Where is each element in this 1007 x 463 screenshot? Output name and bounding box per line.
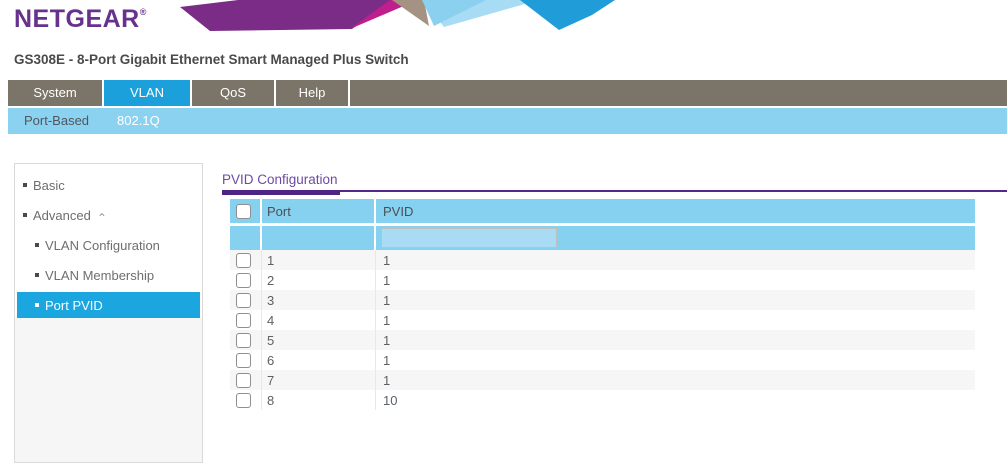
row-select-cell xyxy=(230,270,262,290)
row-checkbox[interactable] xyxy=(236,313,251,328)
filter-pvid-cell xyxy=(376,226,975,250)
column-header-port: Port xyxy=(262,199,376,223)
port-cell: 5 xyxy=(262,330,376,350)
row-select-cell xyxy=(230,290,262,310)
row-checkbox[interactable] xyxy=(236,273,251,288)
pvid-filter-input[interactable] xyxy=(381,228,557,248)
row-checkbox[interactable] xyxy=(236,353,251,368)
port-cell: 2 xyxy=(262,270,376,290)
port-cell: 6 xyxy=(262,350,376,370)
pvid-cell: 1 xyxy=(376,270,975,290)
table-row: 8 10 xyxy=(230,390,975,410)
pvid-cell: 10 xyxy=(376,390,975,410)
table-row: 2 1 xyxy=(230,270,975,290)
pvid-cell: 1 xyxy=(376,330,975,350)
port-cell: 8 xyxy=(262,390,376,410)
table-row: 7 1 xyxy=(230,370,975,390)
sidebar-item-label: VLAN Membership xyxy=(45,268,154,283)
header-select-cell xyxy=(230,199,262,223)
table-row: 4 1 xyxy=(230,310,975,330)
subnav-item-port-based[interactable]: Port-Based xyxy=(10,108,103,134)
row-select-cell xyxy=(230,390,262,410)
sub-nav: Port-Based 802.1Q xyxy=(8,108,1007,134)
row-checkbox[interactable] xyxy=(236,393,251,408)
netgear-logo-text: NETGEAR xyxy=(14,5,140,33)
table-body: 1 1 2 1 3 1 xyxy=(230,250,975,410)
filter-port-cell xyxy=(262,226,376,250)
row-select-cell xyxy=(230,350,262,370)
nav-tab-vlan[interactable]: VLAN xyxy=(104,80,192,106)
pvid-cell: 1 xyxy=(376,350,975,370)
caret-up-icon xyxy=(97,210,107,220)
nav-tab-help[interactable]: Help xyxy=(276,80,350,106)
sidebar-item-label: Basic xyxy=(33,178,65,193)
subnav-item-802-1q[interactable]: 802.1Q xyxy=(103,108,174,134)
port-cell: 3 xyxy=(262,290,376,310)
table-row: 6 1 xyxy=(230,350,975,370)
port-cell: 4 xyxy=(262,310,376,330)
device-title: GS308E - 8-Port Gigabit Ethernet Smart M… xyxy=(14,52,409,67)
sidebar-item-advanced[interactable]: Advanced xyxy=(17,202,200,228)
sidebar-item-vlan-membership[interactable]: VLAN Membership xyxy=(17,262,200,288)
row-checkbox[interactable] xyxy=(236,253,251,268)
sidebar-item-label: Advanced xyxy=(33,208,91,223)
port-cell: 1 xyxy=(262,250,376,270)
port-cell: 7 xyxy=(262,370,376,390)
sidebar-item-label: VLAN Configuration xyxy=(45,238,160,253)
row-select-cell xyxy=(230,250,262,270)
column-header-pvid: PVID xyxy=(376,199,975,223)
select-all-checkbox[interactable] xyxy=(236,204,251,219)
registered-trademark: ® xyxy=(140,7,147,17)
nav-tab-system[interactable]: System xyxy=(8,80,104,106)
sidebar-item-port-pvid[interactable]: Port PVID xyxy=(17,292,200,318)
page-title: PVID Configuration xyxy=(222,171,1007,188)
filter-select-cell xyxy=(230,226,262,250)
pvid-cell: 1 xyxy=(376,250,975,270)
sidebar-filler xyxy=(15,318,202,462)
table-row: 3 1 xyxy=(230,290,975,310)
row-checkbox[interactable] xyxy=(236,333,251,348)
filter-row xyxy=(230,226,975,250)
row-select-cell xyxy=(230,330,262,350)
pvid-cell: 1 xyxy=(376,370,975,390)
nav-tab-qos[interactable]: QoS xyxy=(192,80,276,106)
row-checkbox[interactable] xyxy=(236,293,251,308)
sidebar-item-label: Port PVID xyxy=(45,298,103,313)
page-heading-underline: PVID Configuration xyxy=(222,171,1007,192)
row-select-cell xyxy=(230,370,262,390)
pvid-cell: 1 xyxy=(376,290,975,310)
pvid-table: Port PVID 1 1 2 1 xyxy=(230,199,975,410)
table-row: 1 1 xyxy=(230,250,975,270)
table-row: 5 1 xyxy=(230,330,975,350)
sidebar-item-vlan-configuration[interactable]: VLAN Configuration xyxy=(17,232,200,258)
row-checkbox[interactable] xyxy=(236,373,251,388)
main-nav: System VLAN QoS Help xyxy=(8,80,1007,106)
header-banner-graphic xyxy=(168,0,618,31)
sidebar-menu: Basic Advanced VLAN Configuration VLAN M… xyxy=(15,164,202,318)
table-header-row: Port PVID xyxy=(230,199,975,223)
row-select-cell xyxy=(230,310,262,330)
sidebar: Basic Advanced VLAN Configuration VLAN M… xyxy=(14,163,203,463)
sidebar-item-basic[interactable]: Basic xyxy=(17,172,200,198)
netgear-logo: NETGEAR® xyxy=(14,5,146,34)
pvid-cell: 1 xyxy=(376,310,975,330)
